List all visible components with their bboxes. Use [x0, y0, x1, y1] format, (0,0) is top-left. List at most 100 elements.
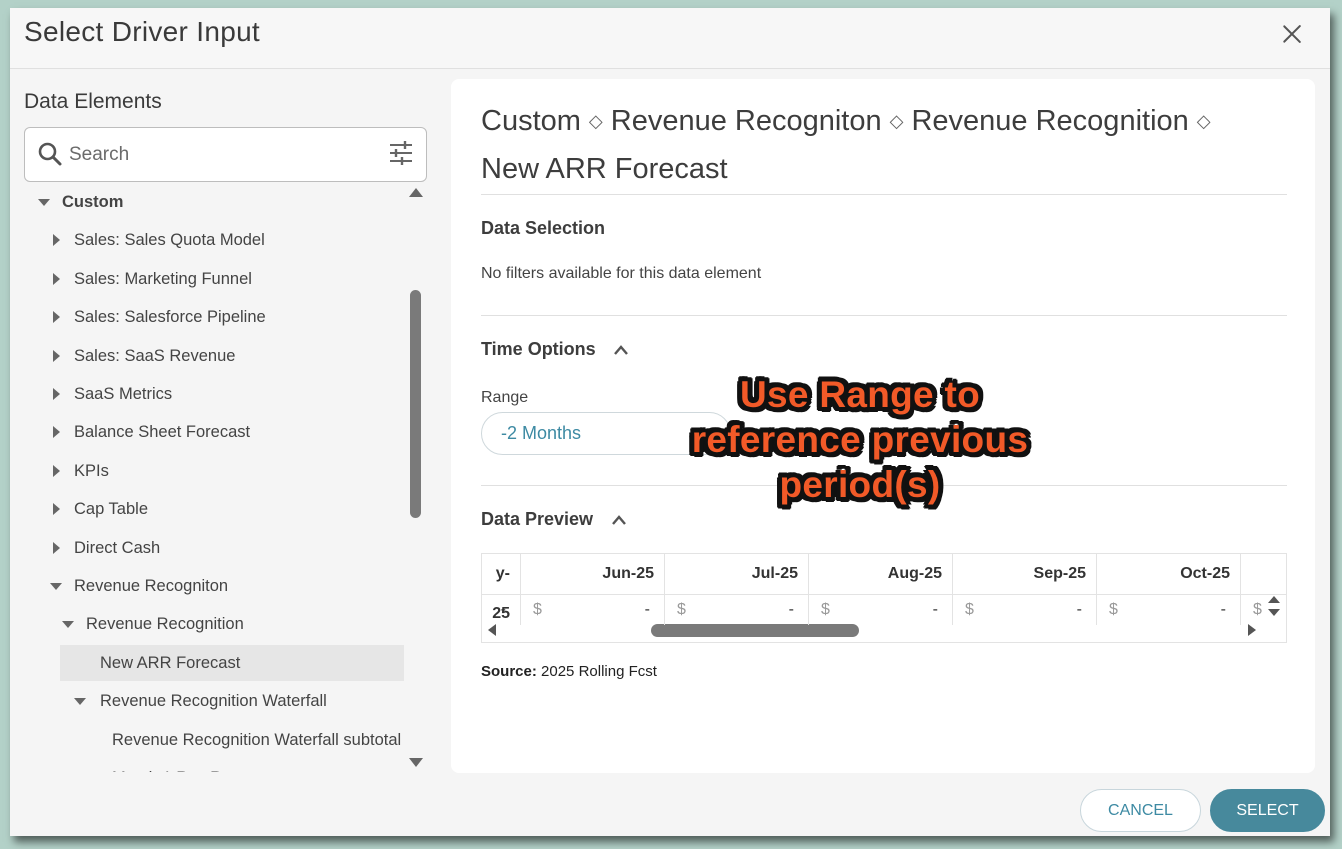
caret-right-icon[interactable] — [50, 530, 64, 566]
breadcrumb-separator-icon: ◇ — [1196, 111, 1211, 131]
filter-settings-icon[interactable] — [388, 140, 414, 166]
select-button[interactable]: SELECT — [1210, 789, 1325, 832]
column-header: Aug-25 — [809, 554, 953, 594]
divider — [481, 194, 1287, 195]
tree-item-label: Sales: Marketing Funnel — [74, 269, 252, 288]
tree-item-label: Direct Cash — [74, 538, 161, 557]
search-box — [24, 127, 427, 182]
tree-item[interactable]: Revenue Recognition Waterfall subtotal — [24, 722, 404, 758]
currency-symbol: $ — [533, 601, 542, 618]
tree-item[interactable]: New ARR Forecast — [60, 644, 404, 681]
caret-down-icon[interactable] — [74, 683, 88, 719]
tree-item-label: SaaS Metrics — [74, 385, 173, 403]
dialog-header: Select Driver Input — [10, 8, 1330, 69]
data-selection-title: Data Selection — [481, 218, 606, 238]
source-value: 2025 Rolling Fcst — [541, 663, 657, 680]
tree-item-label: Month 1 Rev Rec — [112, 760, 239, 772]
tree-item[interactable]: Sales: SaaS Revenue — [24, 338, 404, 374]
tree-item[interactable]: Custom — [24, 184, 404, 220]
value-cell: $ - — [665, 595, 809, 625]
tree-item[interactable]: Balance Sheet Forecast — [24, 414, 404, 450]
close-icon[interactable] — [1280, 22, 1304, 46]
caret-right-icon[interactable] — [50, 414, 64, 450]
column-header: y-25 — [482, 554, 521, 622]
breadcrumb-separator-icon: ◇ — [588, 111, 603, 131]
column-header: Sep-25 — [953, 554, 1097, 594]
tree-item-label: Sales: Sales Quota Model — [74, 231, 265, 250]
caret-right-icon[interactable] — [50, 261, 64, 297]
data-elements-heading: Data Elements — [24, 90, 162, 113]
value-cell: $ - — [809, 595, 953, 625]
caret-right-icon[interactable] — [50, 299, 64, 335]
tree-item-label: Revenue Recogniton — [74, 577, 229, 595]
tree-scroll-down-icon[interactable] — [409, 758, 423, 767]
source-label: Source: — [481, 663, 537, 680]
value-cell: - — [482, 595, 521, 625]
tree-item-label: KPIs — [74, 461, 109, 480]
column-header: Jul-25 — [665, 554, 809, 594]
tree-item[interactable]: Sales: Marketing Funnel — [24, 261, 404, 297]
data-preview-grid: y-25- Jun-25 $ - Jul-25 $ - Aug-25 $ - Sep-25 $ - Oct… — [481, 553, 1287, 643]
tree-item[interactable]: Revenue Recogniton — [24, 568, 404, 604]
tree-item-label: Revenue Recognition Waterfall — [100, 692, 327, 711]
source-line: Source: 2025 Rolling Fcst — [481, 663, 657, 680]
currency-symbol: $ — [965, 601, 974, 618]
tree-item[interactable]: KPIs — [24, 453, 404, 489]
tree-item-label: Revenue Recognition — [86, 615, 244, 634]
value-cell: $ — [1241, 595, 1271, 625]
caret-right-icon[interactable] — [50, 376, 64, 412]
time-options-title[interactable]: Time Options — [481, 339, 596, 360]
breadcrumb-separator-icon: ◇ — [889, 111, 904, 131]
scroll-right-icon[interactable] — [1248, 624, 1256, 636]
caret-down-icon[interactable] — [38, 184, 52, 220]
no-filters-message: No filters available for this data eleme… — [481, 265, 762, 282]
horizontal-scrollbar-thumb[interactable] — [651, 624, 859, 637]
chevron-up-icon[interactable] — [613, 344, 629, 356]
cell-value: - — [500, 601, 506, 618]
cancel-button[interactable]: CANCEL — [1080, 789, 1201, 832]
caret-down-icon[interactable] — [50, 568, 64, 604]
breadcrumb-item: Revenue Recognition — [911, 105, 1189, 137]
divider — [481, 315, 1287, 316]
caret-right-icon[interactable] — [50, 453, 64, 489]
tree-item[interactable]: SaaS Metrics — [24, 376, 404, 412]
breadcrumb-item: New ARR Forecast — [481, 153, 728, 185]
tree-item[interactable]: Direct Cash — [24, 530, 404, 566]
search-icon — [38, 142, 62, 166]
currency-symbol: $ — [677, 601, 686, 618]
currency-symbol: $ — [1109, 601, 1118, 618]
tree-item[interactable]: Revenue Recognition Waterfall — [24, 683, 404, 719]
column-header: Oct-25 — [1097, 554, 1241, 594]
tree-item-label: Sales: SaaS Revenue — [74, 346, 236, 365]
tree-item[interactable]: Month 1 Rev Rec — [24, 760, 404, 772]
tree-item[interactable]: Sales: Sales Quota Model — [24, 222, 404, 258]
data-preview-title[interactable]: Data Preview — [481, 509, 593, 530]
tree-item[interactable]: Revenue Recognition — [24, 606, 404, 642]
tree-scrollbar-thumb[interactable] — [410, 290, 421, 518]
search-input[interactable] — [69, 140, 369, 170]
annotation-line: reference previous — [691, 419, 1029, 460]
tree-item-label: New ARR Forecast — [100, 653, 241, 672]
annotation-line: Use Range to — [739, 374, 981, 415]
tree-scroll-up-icon[interactable] — [409, 188, 423, 197]
tree-item-label: Balance Sheet Forecast — [74, 423, 251, 442]
data-elements-tree: Custom Sales: Sales Quota Model Sales: Mar… — [24, 182, 418, 772]
chevron-up-icon[interactable] — [611, 514, 627, 526]
caret-right-icon[interactable] — [50, 491, 64, 527]
annotation-line: period(s) — [779, 464, 941, 505]
select-driver-input-dialog: Select Driver Input Data Elements Custom… — [10, 8, 1330, 836]
cell-value: - — [1076, 601, 1082, 618]
tree-item[interactable]: Sales: Salesforce Pipeline — [24, 299, 404, 335]
caret-down-icon[interactable] — [62, 606, 76, 642]
tree-item[interactable]: Cap Table — [24, 491, 404, 527]
caret-right-icon[interactable] — [50, 338, 64, 374]
currency-symbol: $ — [821, 601, 830, 618]
value-cell: $ - — [521, 595, 665, 625]
tree-item-label: Sales: Salesforce Pipeline — [74, 308, 266, 327]
value-cell: $ - — [953, 595, 1097, 625]
annotation-callout: Use Range to reference previous period(s) — [670, 372, 1050, 507]
tree-item-label: Custom — [62, 193, 124, 211]
column-header: Jun-25 — [521, 554, 665, 594]
caret-right-icon[interactable] — [50, 222, 64, 258]
value-cell: $ - — [1097, 595, 1241, 625]
